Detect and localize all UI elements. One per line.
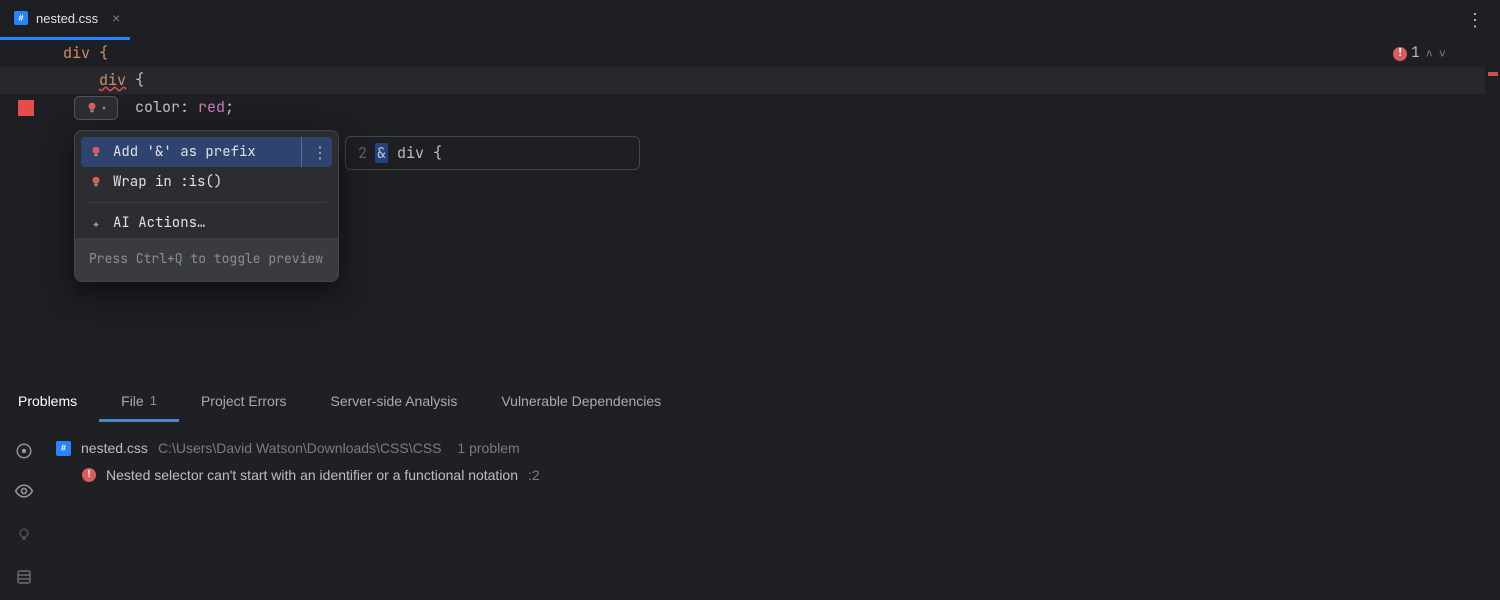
sparkle-icon: ✦	[89, 210, 103, 237]
intention-action-add-amp-prefix[interactable]: Add '&' as prefix ⋮	[81, 137, 332, 167]
prev-error-icon[interactable]: ∧	[1426, 40, 1433, 67]
problem-file-name: nested.css	[81, 440, 148, 456]
tab-title: nested.css	[36, 11, 98, 26]
preview-panel-icon	[16, 569, 32, 585]
intention-actions-popup: Add '&' as prefix ⋮ Wrap in :is() ✦ AI A…	[74, 130, 339, 282]
tab-server-side-analysis[interactable]: Server-side Analysis	[309, 379, 480, 422]
scrollbar-error-marker[interactable]	[1488, 72, 1498, 76]
intention-ai-actions[interactable]: ✦ AI Actions…	[75, 208, 338, 238]
code-token: color	[135, 97, 180, 117]
separator	[87, 202, 326, 203]
intention-action-label: Wrap in :is()	[113, 169, 222, 196]
problems-tool-window: Problems File 1 Project Errors Server-si…	[0, 378, 1500, 600]
code-token: {	[126, 70, 144, 90]
error-token: div	[99, 70, 126, 90]
code-token: :	[180, 97, 198, 117]
problems-panel-tabs: Problems File 1 Project Errors Server-si…	[0, 379, 1500, 423]
tab-label: File	[121, 393, 144, 409]
code-line: div {	[55, 40, 1500, 67]
problem-file-count: 1 problem	[457, 440, 519, 456]
intention-bulb-button[interactable]: ▾	[74, 96, 118, 120]
refresh-icon	[15, 442, 33, 460]
editor-tabstrip: # nested.css × ⋮	[0, 0, 1500, 40]
tab-file[interactable]: File 1	[99, 379, 179, 422]
inspection-error-count: 1	[1411, 40, 1419, 67]
more-icon[interactable]: ⋮	[301, 137, 328, 167]
intention-hint: Press Ctrl+Q to toggle preview	[75, 238, 338, 281]
code-token	[63, 70, 99, 90]
quickfix-bulb-icon	[85, 101, 99, 115]
intention-preview: 2 & div {	[345, 136, 640, 170]
code-editor[interactable]: div { div { color: red; ! 1 ∧ ∨ ▾	[0, 40, 1500, 378]
rerun-inspection-button[interactable]	[10, 437, 38, 465]
breakpoint-marker[interactable]	[18, 100, 34, 116]
editor-tab-nested-css[interactable]: # nested.css ×	[0, 0, 130, 40]
show-intention-button[interactable]	[10, 521, 38, 549]
intention-action-label: Add '&' as prefix	[113, 139, 256, 166]
tab-overflow-menu-button[interactable]: ⋮	[1466, 0, 1484, 40]
next-error-icon[interactable]: ∨	[1439, 40, 1446, 67]
eye-icon	[14, 481, 34, 506]
problem-item[interactable]: ! Nested selector can't start with an id…	[56, 461, 1492, 489]
tab-label: Project Errors	[201, 393, 287, 409]
preview-line-number: 2	[358, 140, 367, 167]
code-token: div	[388, 143, 433, 163]
tab-project-errors[interactable]: Project Errors	[179, 379, 309, 422]
scrollbar[interactable]	[1486, 40, 1500, 378]
code-token: ;	[225, 97, 234, 117]
code-token: div {	[63, 43, 108, 63]
open-editor-preview-button[interactable]	[10, 563, 38, 591]
intention-action-wrap-in-is[interactable]: Wrap in :is()	[75, 167, 338, 197]
view-options-button[interactable]	[10, 479, 38, 507]
error-icon: !	[82, 468, 96, 482]
intention-action-label: AI Actions…	[113, 210, 205, 237]
code-line: color: red;	[55, 94, 1500, 121]
tab-label: Vulnerable Dependencies	[501, 393, 661, 409]
problem-file-path: C:\Users\David Watson\Downloads\CSS\CSS	[158, 440, 441, 456]
problem-message: Nested selector can't start with an iden…	[106, 467, 518, 483]
error-icon: !	[1393, 47, 1407, 61]
bulb-icon	[16, 527, 32, 543]
problems-sidebar	[0, 423, 48, 600]
tab-vulnerable-dependencies[interactable]: Vulnerable Dependencies	[479, 379, 683, 422]
tab-badge-count: 1	[150, 393, 157, 408]
problem-location: :2	[528, 467, 540, 483]
problem-file-row[interactable]: # nested.css C:\Users\David Watson\Downl…	[56, 435, 1492, 461]
tab-label: Server-side Analysis	[331, 393, 458, 409]
tab-label: Problems	[18, 393, 77, 409]
quickfix-bulb-icon	[89, 145, 103, 159]
problems-list: # nested.css C:\Users\David Watson\Downl…	[48, 423, 1500, 600]
close-icon[interactable]: ×	[112, 10, 120, 26]
code-line: div {	[55, 67, 1500, 94]
tab-problems[interactable]: Problems	[18, 379, 99, 422]
quickfix-bulb-icon	[89, 175, 103, 189]
css-file-icon: #	[56, 441, 71, 456]
code-token: red	[198, 97, 225, 117]
chevron-down-icon: ▾	[101, 95, 107, 122]
css-file-icon: #	[14, 11, 28, 25]
preview-inserted-token: &	[375, 143, 388, 163]
inspection-summary[interactable]: ! 1 ∧ ∨	[1393, 40, 1446, 67]
code-token: {	[433, 143, 442, 163]
